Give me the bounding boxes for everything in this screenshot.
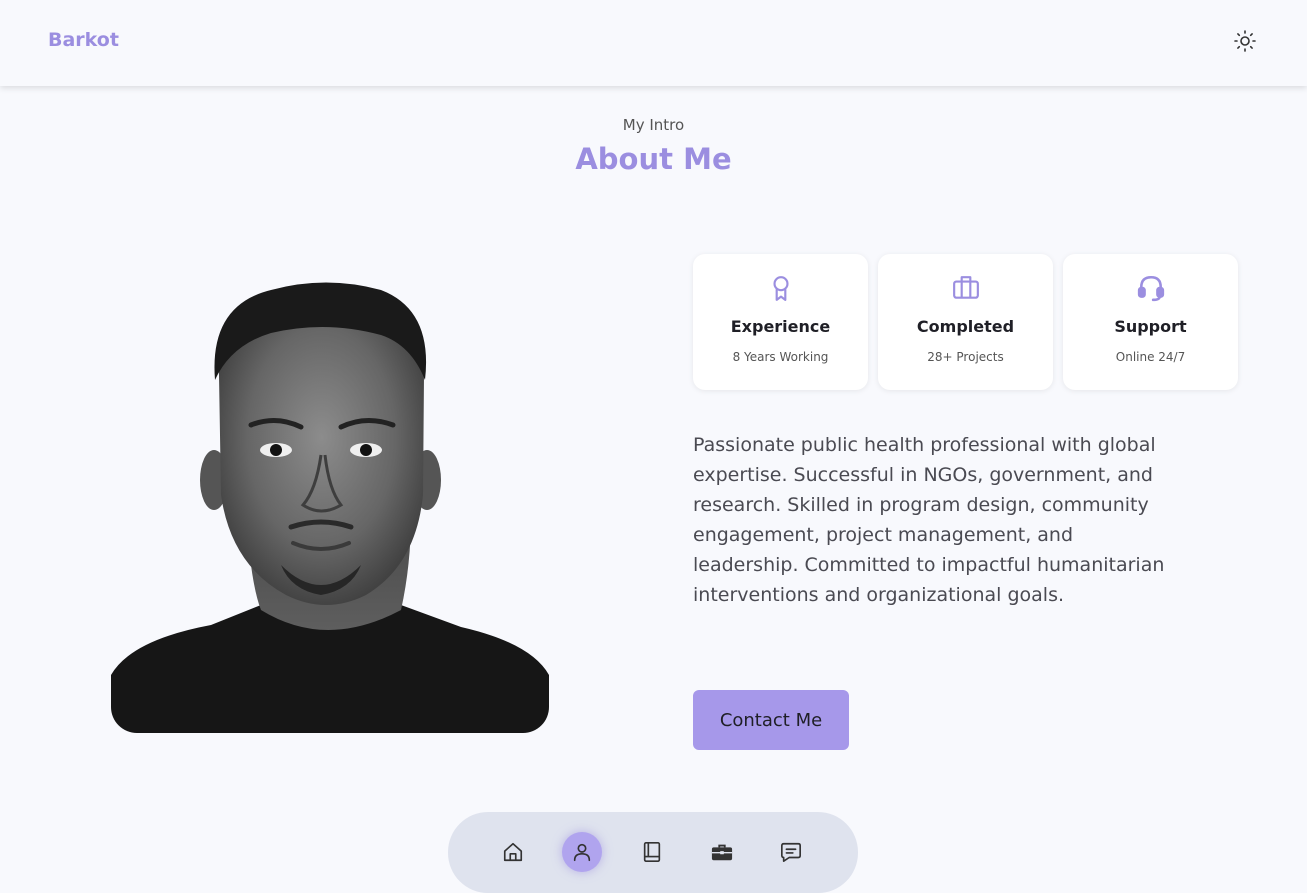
experience-card: Experience 8 Years Working <box>693 254 868 390</box>
nav-skills[interactable] <box>632 832 672 872</box>
user-icon <box>573 843 591 862</box>
card-subtitle: 8 Years Working <box>732 350 829 364</box>
section-subtitle: My Intro <box>622 116 685 134</box>
header: Barkot <box>0 0 1307 86</box>
theme-toggle-button[interactable] <box>1231 27 1259 55</box>
logo[interactable]: Barkot <box>48 29 119 51</box>
briefcase-icon <box>711 844 733 861</box>
about-description: Passionate public health professional wi… <box>693 434 1165 606</box>
sun-icon <box>1234 30 1256 52</box>
card-subtitle: Online 24/7 <box>1115 350 1186 364</box>
bottom-nav <box>448 812 858 893</box>
card-title: Support <box>1114 317 1187 336</box>
completed-card: Completed 28+ Projects <box>878 254 1053 390</box>
card-title: Completed <box>916 317 1015 336</box>
support-card: Support Online 24/7 <box>1063 254 1238 390</box>
card-title: Experience <box>730 317 831 336</box>
home-icon <box>503 842 523 862</box>
nav-about[interactable] <box>562 832 602 872</box>
contact-me-button[interactable]: Contact Me <box>693 690 849 750</box>
headset-icon <box>1137 275 1164 302</box>
award-icon <box>772 276 789 301</box>
nav-portfolio[interactable] <box>702 832 742 872</box>
profile-photo <box>111 265 549 733</box>
book-icon <box>643 842 661 862</box>
nav-home[interactable] <box>493 832 533 872</box>
message-icon <box>781 842 801 862</box>
briefcase-icon <box>952 276 979 299</box>
section-title: About Me <box>575 142 732 176</box>
card-subtitle: 28+ Projects <box>927 350 1004 364</box>
nav-contact[interactable] <box>771 832 811 872</box>
